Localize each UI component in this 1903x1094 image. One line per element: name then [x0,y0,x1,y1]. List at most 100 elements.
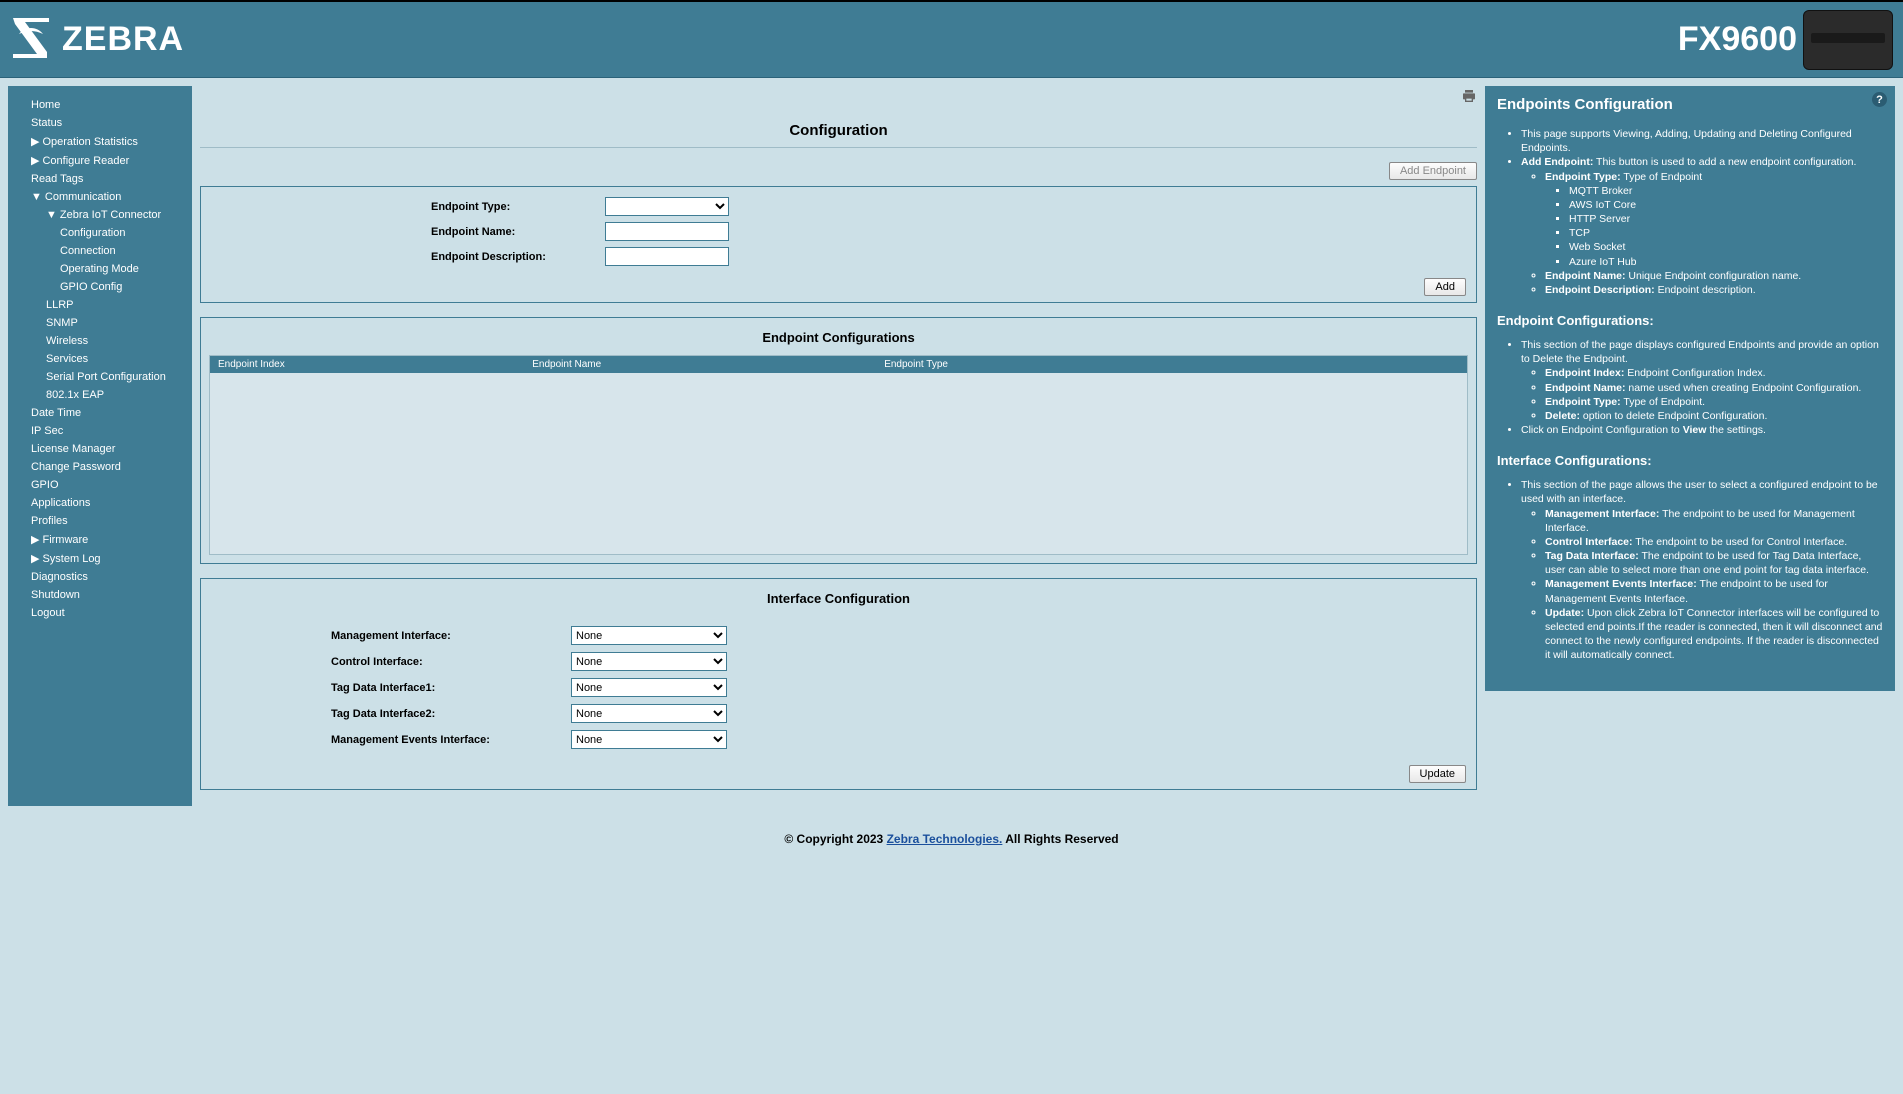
brand-name: ZEBRA [62,20,184,59]
endpoint-name-input[interactable] [605,222,729,241]
endpoint-description-label: Endpoint Description: [431,251,605,263]
brand-logo: ZEBRA [6,12,184,67]
interface-configuration-panel: Interface Configuration Management Inter… [200,578,1477,790]
help-title: Endpoints Configuration [1497,96,1883,113]
endpoint-configurations-grid: Endpoint Index Endpoint Name Endpoint Ty… [209,355,1468,555]
add-button[interactable]: Add [1424,278,1466,296]
chevron-right-icon: ▶ [31,135,39,148]
nav-shutdown[interactable]: Shutdown [18,586,188,604]
chevron-down-icon: ▼ [31,191,42,203]
help-icon[interactable]: ? [1872,92,1887,107]
product-name: FX9600 [1678,20,1797,59]
help-text: Web Socket [1569,240,1883,254]
nav-8021x-eap[interactable]: 802.1x EAP [18,386,188,404]
nav-firmware[interactable]: ▶Firmware [18,530,188,549]
help-text: Management Interface: The endpoint to be… [1545,507,1883,535]
chevron-right-icon: ▶ [31,154,39,167]
nav-home[interactable]: Home [18,96,188,114]
help-text: Endpoint Type: Type of Endpoint MQTT Bro… [1545,170,1883,269]
nav-read-tags[interactable]: Read Tags [18,170,188,188]
help-text: Endpoint Name: Unique Endpoint configura… [1545,269,1883,283]
nav-system-log[interactable]: ▶System Log [18,549,188,568]
management-events-interface-label: Management Events Interface: [331,734,571,746]
nav-change-password[interactable]: Change Password [18,458,188,476]
nav-configuration[interactable]: Configuration [18,224,188,242]
help-text: This section of the page displays config… [1521,338,1883,366]
nav-ip-sec[interactable]: IP Sec [18,422,188,440]
update-button[interactable]: Update [1409,765,1466,783]
endpoint-type-label: Endpoint Type: [431,201,605,213]
help-text: This section of the page allows the user… [1521,478,1883,506]
tag-data-interface1-select[interactable]: None [571,678,727,697]
tag-data-interface2-select[interactable]: None [571,704,727,723]
help-panel: ? Endpoints Configuration This page supp… [1485,86,1895,691]
chevron-right-icon: ▶ [31,533,39,546]
nav-gpio[interactable]: GPIO [18,476,188,494]
chevron-down-icon: ▼ [46,209,57,221]
column-endpoint-index[interactable]: Endpoint Index [210,356,524,373]
interface-configuration-title: Interface Configuration [201,591,1476,606]
sidebar-nav: Home Status ▶Operation Statistics ▶Confi… [8,86,192,806]
nav-operating-mode[interactable]: Operating Mode [18,260,188,278]
nav-logout[interactable]: Logout [18,604,188,622]
nav-configure-reader[interactable]: ▶Configure Reader [18,151,188,170]
endpoint-type-select[interactable] [605,197,729,216]
help-text: Update: Upon click Zebra IoT Connector i… [1545,606,1883,663]
app-header: ZEBRA FX9600 [0,0,1903,78]
add-endpoint-button[interactable]: Add Endpoint [1389,162,1477,180]
footer: © Copyright 2023 Zebra Technologies. All… [0,814,1903,864]
endpoint-configurations-title: Endpoint Configurations [201,330,1476,345]
nav-connection[interactable]: Connection [18,242,188,260]
nav-operation-statistics[interactable]: ▶Operation Statistics [18,132,188,151]
chevron-right-icon: ▶ [31,552,39,565]
help-text: Endpoint Name: name used when creating E… [1545,381,1883,395]
print-icon[interactable] [1461,88,1477,107]
help-text: TCP [1569,226,1883,240]
add-endpoint-bar: Add Endpoint [200,162,1477,186]
help-text: AWS IoT Core [1569,198,1883,212]
nav-date-time[interactable]: Date Time [18,404,188,422]
nav-gpio-config[interactable]: GPIO Config [18,278,188,296]
nav-license-manager[interactable]: License Manager [18,440,188,458]
nav-services[interactable]: Services [18,350,188,368]
nav-diagnostics[interactable]: Diagnostics [18,568,188,586]
management-events-interface-select[interactable]: None [571,730,727,749]
nav-zebra-iot-connector[interactable]: ▼Zebra IoT Connector [18,206,188,224]
control-interface-label: Control Interface: [331,656,571,668]
help-text: This page supports Viewing, Adding, Upda… [1521,127,1883,155]
management-interface-label: Management Interface: [331,630,571,642]
help-text: Tag Data Interface: The endpoint to be u… [1545,549,1883,577]
product-block: FX9600 [1678,10,1893,70]
nav-snmp[interactable]: SNMP [18,314,188,332]
zebra-icon [6,12,56,67]
help-text: MQTT Broker [1569,184,1883,198]
endpoint-configurations-panel: Endpoint Configurations Endpoint Index E… [200,317,1477,564]
tag-data-interface1-label: Tag Data Interface1: [331,682,571,694]
help-text: Control Interface: The endpoint to be us… [1545,535,1883,549]
help-text: Click on Endpoint Configuration to View … [1521,423,1883,437]
divider [200,147,1477,148]
main-content: Configuration Add Endpoint Endpoint Type… [200,86,1477,804]
nav-status[interactable]: Status [18,114,188,132]
column-endpoint-type[interactable]: Endpoint Type [876,356,1467,373]
management-interface-select[interactable]: None [571,626,727,645]
nav-profiles[interactable]: Profiles [18,512,188,530]
device-image [1803,10,1893,70]
nav-llrp[interactable]: LLRP [18,296,188,314]
column-endpoint-name[interactable]: Endpoint Name [524,356,876,373]
endpoint-description-input[interactable] [605,247,729,266]
nav-serial-port[interactable]: Serial Port Configuration [18,368,188,386]
help-text: Endpoint Type: Type of Endpoint. [1545,395,1883,409]
footer-link[interactable]: Zebra Technologies. [887,832,1003,846]
endpoint-form-panel: Endpoint Type: Endpoint Name: Endpoint D… [200,186,1477,303]
control-interface-select[interactable]: None [571,652,727,671]
tag-data-interface2-label: Tag Data Interface2: [331,708,571,720]
help-subtitle: Interface Configurations: [1497,453,1883,468]
nav-wireless[interactable]: Wireless [18,332,188,350]
nav-applications[interactable]: Applications [18,494,188,512]
nav-communication[interactable]: ▼Communication [18,188,188,206]
endpoint-name-label: Endpoint Name: [431,226,605,238]
page-title: Configuration [200,122,1477,139]
help-text: Endpoint Description: Endpoint descripti… [1545,283,1883,297]
help-text: Delete: option to delete Endpoint Config… [1545,409,1883,423]
